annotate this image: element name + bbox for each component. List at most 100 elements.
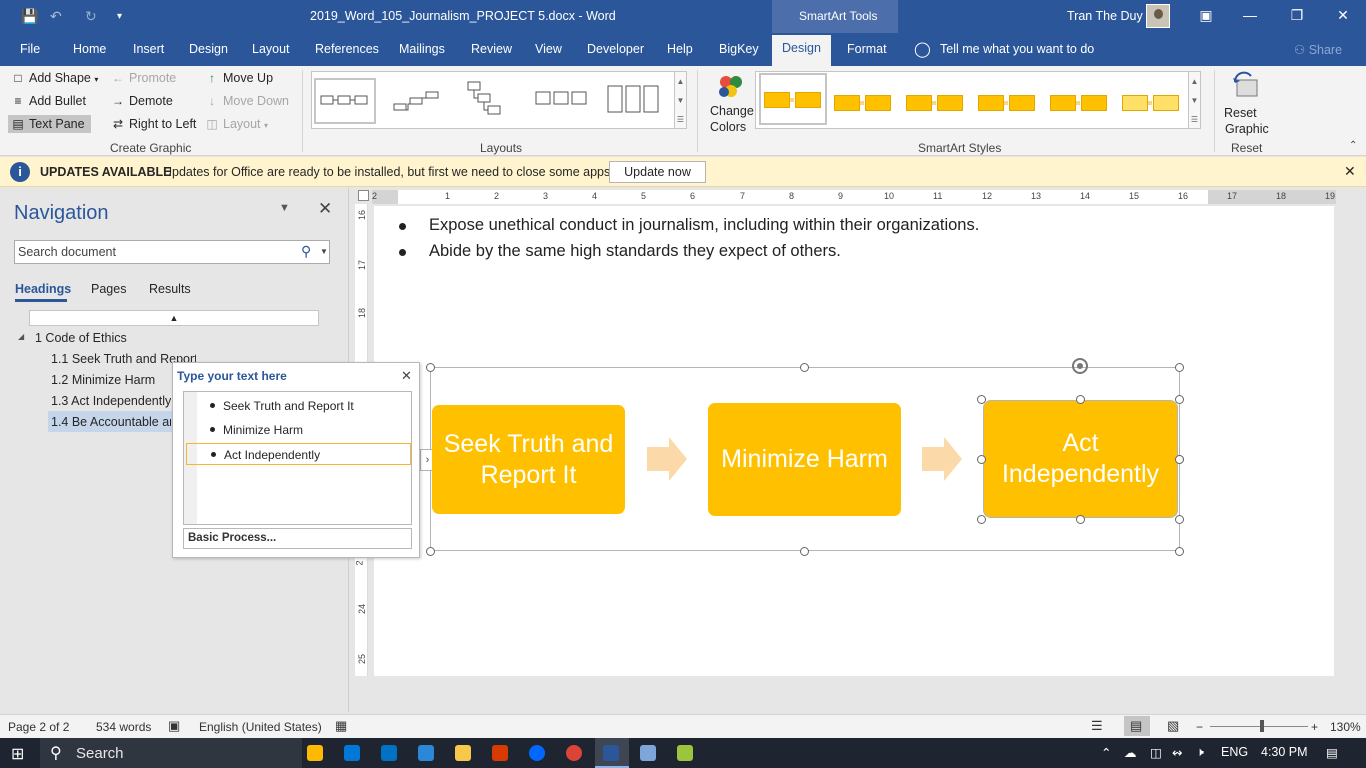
search-icon[interactable]: ⚲ [301, 243, 311, 260]
macro-icon[interactable]: ▦ [335, 718, 347, 734]
tab-file[interactable]: File [20, 42, 40, 56]
close-icon[interactable]: ✕ [401, 368, 412, 384]
read-mode-icon[interactable]: ☰ [1091, 718, 1103, 734]
taskbar-search[interactable]: ⚲ Search [40, 738, 302, 768]
text-pane-item[interactable]: Minimize Harm [197, 419, 409, 441]
avatar[interactable] [1146, 4, 1170, 28]
style-simple-fill[interactable] [759, 73, 827, 125]
clock[interactable]: 4:30 PM [1261, 745, 1308, 759]
word-count[interactable]: 534 words [96, 720, 151, 734]
windows-start-icon[interactable]: ⊞ [11, 744, 24, 764]
volume-icon[interactable]: 🕨 [1196, 745, 1204, 760]
chevron-down-icon[interactable]: ▼ [279, 202, 290, 214]
resize-handle[interactable] [800, 363, 809, 372]
paint-icon[interactable] [640, 745, 656, 761]
layouts-gallery-scroll[interactable]: ▲ ▼ ☰ [674, 71, 687, 129]
share-button[interactable]: ⚇ Share [1294, 42, 1342, 57]
layout-continuous-block[interactable] [604, 78, 666, 124]
input-language[interactable]: ENG [1221, 745, 1248, 759]
style-moderate-effect[interactable] [975, 95, 1038, 117]
battery-icon[interactable]: ◫ [1150, 745, 1162, 760]
resize-handle[interactable] [1076, 395, 1085, 404]
collapse-all-icon[interactable]: ▲ [29, 310, 319, 326]
tell-me-search[interactable]: Tell me what you want to do [940, 42, 1094, 56]
bullet-text[interactable]: Abide by the same high standards they ex… [429, 242, 841, 261]
update-now-button[interactable]: Update now [609, 161, 706, 183]
chrome-icon[interactable] [566, 745, 582, 761]
close-icon[interactable]: ✕ [1333, 7, 1353, 24]
tab-layout[interactable]: Layout [252, 42, 290, 56]
zoom-slider-thumb[interactable] [1260, 720, 1264, 732]
tab-help[interactable]: Help [667, 42, 693, 56]
notepad-icon[interactable] [418, 745, 434, 761]
undo-icon[interactable]: ↶ [50, 8, 62, 25]
resize-handle[interactable] [1175, 547, 1184, 556]
resize-handle[interactable] [1175, 515, 1184, 524]
app-icon[interactable] [344, 745, 360, 761]
redo-icon[interactable]: ↻ [85, 8, 97, 25]
promote-button[interactable]: ← Promote [111, 71, 176, 85]
resize-handle[interactable] [1076, 515, 1085, 524]
tab-design[interactable]: Design [189, 42, 228, 56]
style-polished[interactable] [1119, 95, 1182, 117]
text-pane-button[interactable]: ▤ Text Pane [8, 115, 91, 133]
change-colors-button[interactable]: Change Colors [706, 72, 754, 138]
chevron-up-icon[interactable]: ⌃ [1101, 745, 1111, 760]
right-to-left-button[interactable]: ⇄ Right to Left [111, 117, 196, 131]
close-icon[interactable]: ✕ [1344, 163, 1356, 180]
close-icon[interactable]: ✕ [318, 199, 332, 219]
styles-gallery-scroll[interactable]: ▲ ▼ ☰ [1188, 71, 1201, 129]
resize-handle[interactable] [977, 515, 986, 524]
layout-description-link[interactable]: Basic Process... [183, 528, 412, 549]
add-bullet-button[interactable]: ≡ Add Bullet [11, 94, 86, 108]
page-count[interactable]: Page 2 of 2 [8, 720, 69, 734]
file-explorer-icon[interactable] [455, 745, 471, 761]
customize-qat-icon[interactable]: ▾ [117, 11, 122, 22]
tab-view[interactable]: View [535, 42, 562, 56]
zoom-level[interactable]: 130% [1330, 720, 1361, 734]
resize-handle[interactable] [1175, 395, 1184, 404]
app-grid-icon[interactable] [492, 745, 508, 761]
text-pane-item[interactable]: Seek Truth and Report It [197, 395, 409, 417]
move-up-button[interactable]: ↑ Move Up [205, 71, 273, 85]
heading-item[interactable]: 1.4 Be Accountable and Transparent [51, 415, 171, 429]
app-icon[interactable] [677, 745, 693, 761]
tab-bigkey[interactable]: BigKey [719, 42, 759, 56]
tab-review[interactable]: Review [471, 42, 512, 56]
restore-icon[interactable]: ❐ [1287, 7, 1307, 24]
tab-mailings[interactable]: Mailings [399, 42, 445, 56]
heading-item[interactable]: 1.2 Minimize Harm [51, 373, 171, 387]
heading-item[interactable]: 1.3 Act Independently [51, 394, 171, 408]
heading-item[interactable]: 1 Code of Ethics [35, 331, 127, 345]
expand-triangle-icon[interactable]: ◢ [18, 332, 24, 341]
smartart-shape-selected[interactable]: Act Independently [984, 401, 1177, 517]
network-icon[interactable]: ↭ [1172, 745, 1182, 760]
reset-graphic-button[interactable]: Reset Graphic [1222, 70, 1270, 138]
collapse-ribbon-icon[interactable]: ⌃ [1349, 140, 1357, 151]
tab-headings[interactable]: Headings [15, 282, 71, 296]
bullet-text[interactable]: Expose unethical conduct in journalism, … [429, 216, 979, 235]
resize-handle[interactable] [426, 363, 435, 372]
layout-button[interactable]: ◫ Layout ▾ [205, 117, 268, 131]
chevron-down-icon[interactable]: ▼ [320, 247, 328, 256]
tab-selector-icon[interactable] [358, 190, 369, 201]
tab-references[interactable]: References [315, 42, 379, 56]
user-name[interactable]: Tran The Duy [1067, 9, 1143, 23]
zoom-slider-track[interactable] [1210, 726, 1308, 727]
tab-home[interactable]: Home [73, 42, 106, 56]
resize-handle[interactable] [1175, 455, 1184, 464]
tab-pages[interactable]: Pages [91, 282, 126, 296]
move-down-button[interactable]: ↓ Move Down [205, 94, 289, 108]
style-subtle-effect[interactable] [903, 95, 966, 117]
tab-developer[interactable]: Developer [587, 42, 644, 56]
rotate-handle-icon[interactable] [1069, 355, 1093, 377]
notifications-icon[interactable]: ▤ [1326, 745, 1338, 760]
zalo-icon[interactable] [529, 745, 545, 761]
outlook-icon[interactable] [381, 745, 397, 761]
tab-insert[interactable]: Insert [133, 42, 164, 56]
layout-process-list[interactable] [460, 78, 522, 124]
horizontal-ruler[interactable]: 2 1 2 3 4 5 6 7 8 9 10 11 12 13 14 15 16… [372, 190, 1336, 204]
tab-smartart-design[interactable]: Design [772, 35, 831, 66]
proofing-icon[interactable]: ▣ [168, 718, 180, 734]
text-pane-item-active[interactable]: Act Independently [186, 443, 411, 465]
